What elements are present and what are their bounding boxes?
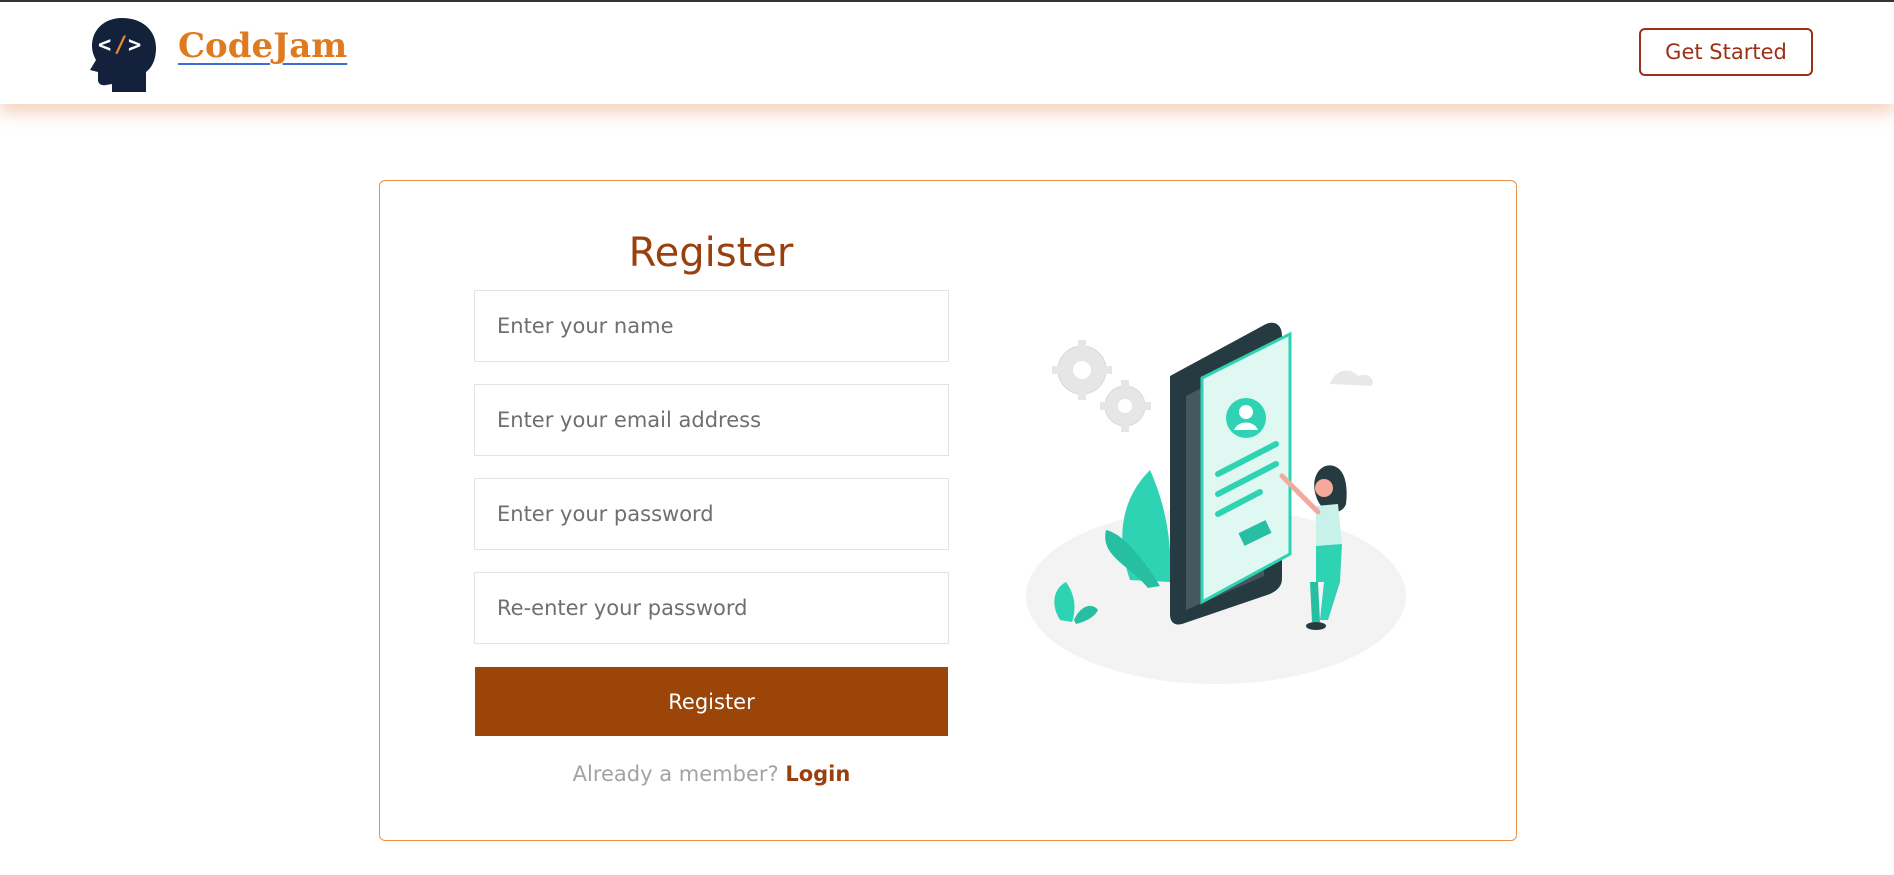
svg-text:/: / bbox=[114, 33, 127, 58]
name-field[interactable] bbox=[474, 290, 949, 362]
password-field[interactable] bbox=[474, 478, 949, 550]
brand-logo-link[interactable]: CodeJam bbox=[178, 26, 347, 66]
confirm-password-field[interactable] bbox=[474, 572, 949, 644]
page-title: Register bbox=[628, 230, 794, 276]
member-text: Already a member? bbox=[572, 762, 779, 786]
head-code-icon: < / > bbox=[90, 18, 156, 92]
login-link[interactable]: Login bbox=[785, 762, 850, 786]
svg-text:>: > bbox=[128, 33, 141, 58]
register-button[interactable]: Register bbox=[475, 667, 948, 736]
get-started-button[interactable]: Get Started bbox=[1639, 28, 1813, 76]
navbar: < / > CodeJam Get Started bbox=[0, 2, 1894, 104]
svg-text:<: < bbox=[98, 33, 111, 58]
login-prompt: Already a member? Login bbox=[475, 762, 948, 786]
email-field[interactable] bbox=[474, 384, 949, 456]
registration-illustration bbox=[1026, 322, 1406, 684]
